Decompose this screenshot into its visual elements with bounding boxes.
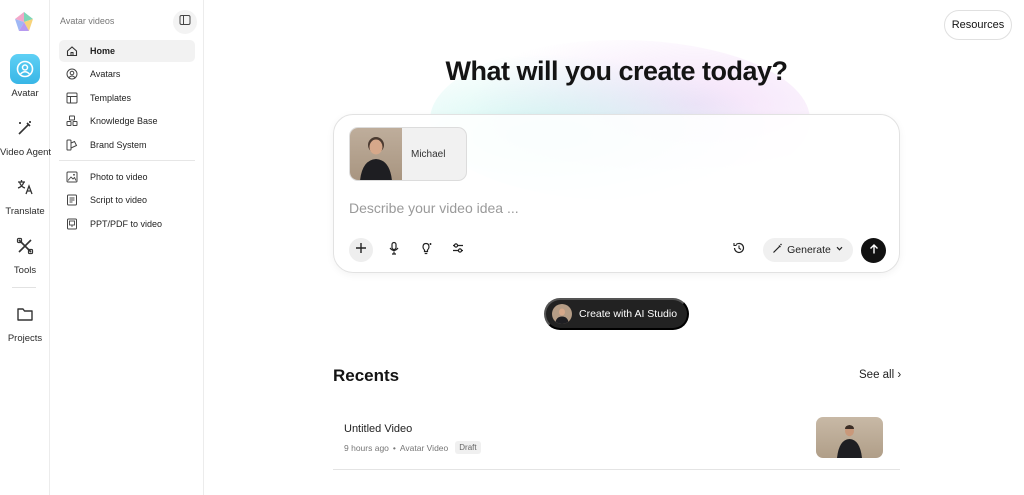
logo-icon[interactable] bbox=[13, 11, 35, 33]
sidebar-item-label: PPT/PDF to video bbox=[90, 219, 163, 229]
tools-icon bbox=[10, 231, 40, 261]
recent-video-type: Avatar Video bbox=[399, 442, 449, 453]
plus-icon bbox=[355, 241, 367, 259]
wand-icon bbox=[772, 243, 783, 257]
rail-item-label: Avatar bbox=[11, 88, 39, 99]
lightbulb-icon bbox=[419, 241, 433, 260]
primary-rail: Avatar Video Agent Translate Tools Proje… bbox=[0, 0, 52, 495]
templates-icon bbox=[65, 91, 79, 105]
rail-item-tools[interactable]: Tools bbox=[0, 231, 50, 276]
sidebar-item-ppt-to-video[interactable]: PPT/PDF to video bbox=[59, 213, 195, 235]
microphone-button[interactable] bbox=[382, 238, 406, 262]
recent-video-thumbnail[interactable] bbox=[816, 417, 883, 458]
see-all-link[interactable]: See all › bbox=[859, 369, 901, 381]
chevron-down-icon bbox=[835, 244, 844, 256]
video-idea-input[interactable] bbox=[349, 200, 869, 216]
avatar-name: Michael bbox=[411, 148, 446, 160]
sidebar-item-templates[interactable]: Templates bbox=[59, 87, 195, 109]
brand-icon bbox=[65, 138, 79, 152]
sidebar-item-label: Templates bbox=[90, 93, 132, 103]
create-with-ai-studio-button[interactable]: Create with AI Studio bbox=[544, 298, 689, 330]
avatar bbox=[552, 304, 572, 324]
history-button[interactable] bbox=[727, 238, 751, 262]
page-title: What will you create today? bbox=[445, 56, 788, 86]
sidebar-item-label: Knowledge Base bbox=[90, 116, 158, 126]
sidebar-item-label: Avatars bbox=[90, 69, 121, 79]
ppt-icon bbox=[65, 217, 79, 231]
microphone-icon bbox=[387, 241, 401, 260]
prompt-card: Michael Generate bbox=[333, 114, 900, 273]
rail-item-projects[interactable]: Projects bbox=[0, 299, 50, 344]
avatar-chip[interactable]: Michael bbox=[349, 127, 467, 181]
sliders-icon bbox=[451, 241, 465, 260]
secondary-sidebar: Avatar videos Home Avatars Templates Kno… bbox=[51, 0, 204, 495]
arrow-up-icon bbox=[868, 242, 880, 260]
rail-item-video-agent[interactable]: Video Agent bbox=[0, 113, 52, 158]
wand-icon bbox=[10, 113, 40, 143]
sidebar-item-label: Script to video bbox=[90, 195, 148, 205]
sidebar-item-photo-to-video[interactable]: Photo to video bbox=[59, 166, 195, 188]
sidebar-item-knowledge-base[interactable]: Knowledge Base bbox=[59, 110, 195, 132]
settings-sliders-button[interactable] bbox=[446, 238, 470, 262]
sidebar-item-home[interactable]: Home bbox=[59, 40, 195, 62]
rail-divider bbox=[12, 287, 36, 288]
avatars-icon bbox=[65, 67, 79, 81]
sidebar-item-label: Photo to video bbox=[90, 172, 148, 182]
rail-item-avatar[interactable]: Avatar bbox=[0, 54, 50, 99]
list-divider bbox=[333, 469, 900, 470]
sidebar-toggle-icon bbox=[179, 13, 191, 31]
generate-dropdown[interactable]: Generate bbox=[763, 238, 853, 262]
history-icon bbox=[732, 241, 746, 260]
studio-label: Create with AI Studio bbox=[579, 308, 678, 320]
sidebar-item-brand-system[interactable]: Brand System bbox=[59, 134, 195, 156]
avatar-icon bbox=[10, 54, 40, 84]
rail-item-label: Translate bbox=[5, 206, 45, 217]
meta-separator: • bbox=[392, 442, 396, 453]
rail-item-translate[interactable]: Translate bbox=[0, 172, 50, 217]
resources-button[interactable]: Resources bbox=[944, 10, 1012, 40]
sidebar-item-label: Home bbox=[90, 46, 116, 56]
generate-label: Generate bbox=[787, 244, 831, 256]
avatar-thumbnail bbox=[350, 128, 402, 180]
translate-icon bbox=[10, 172, 40, 202]
script-icon bbox=[65, 193, 79, 207]
sidebar-item-script-to-video[interactable]: Script to video bbox=[59, 189, 195, 211]
send-button[interactable] bbox=[861, 238, 886, 263]
recent-video-meta: 9 hours ago • Avatar Video Draft bbox=[344, 441, 481, 454]
rail-item-label: Projects bbox=[7, 333, 43, 344]
sidebar-divider bbox=[59, 160, 195, 161]
status-badge: Draft bbox=[455, 441, 481, 454]
sidebar-title: Avatar videos bbox=[60, 16, 115, 26]
photo-icon bbox=[65, 170, 79, 184]
home-icon bbox=[65, 44, 79, 58]
recent-video-title: Untitled Video bbox=[344, 423, 413, 435]
knowledge-icon bbox=[65, 114, 79, 128]
rail-item-label: Video Agent bbox=[0, 147, 52, 158]
idea-button[interactable] bbox=[414, 238, 438, 262]
rail-item-label: Tools bbox=[13, 265, 37, 276]
collapse-sidebar-button[interactable] bbox=[173, 10, 197, 34]
recents-heading: Recents bbox=[333, 366, 400, 385]
folder-icon bbox=[10, 299, 40, 329]
sidebar-item-label: Brand System bbox=[90, 140, 147, 150]
sidebar-item-avatars[interactable]: Avatars bbox=[59, 63, 195, 85]
add-button[interactable] bbox=[349, 238, 373, 262]
recent-video-age: 9 hours ago bbox=[344, 442, 389, 453]
